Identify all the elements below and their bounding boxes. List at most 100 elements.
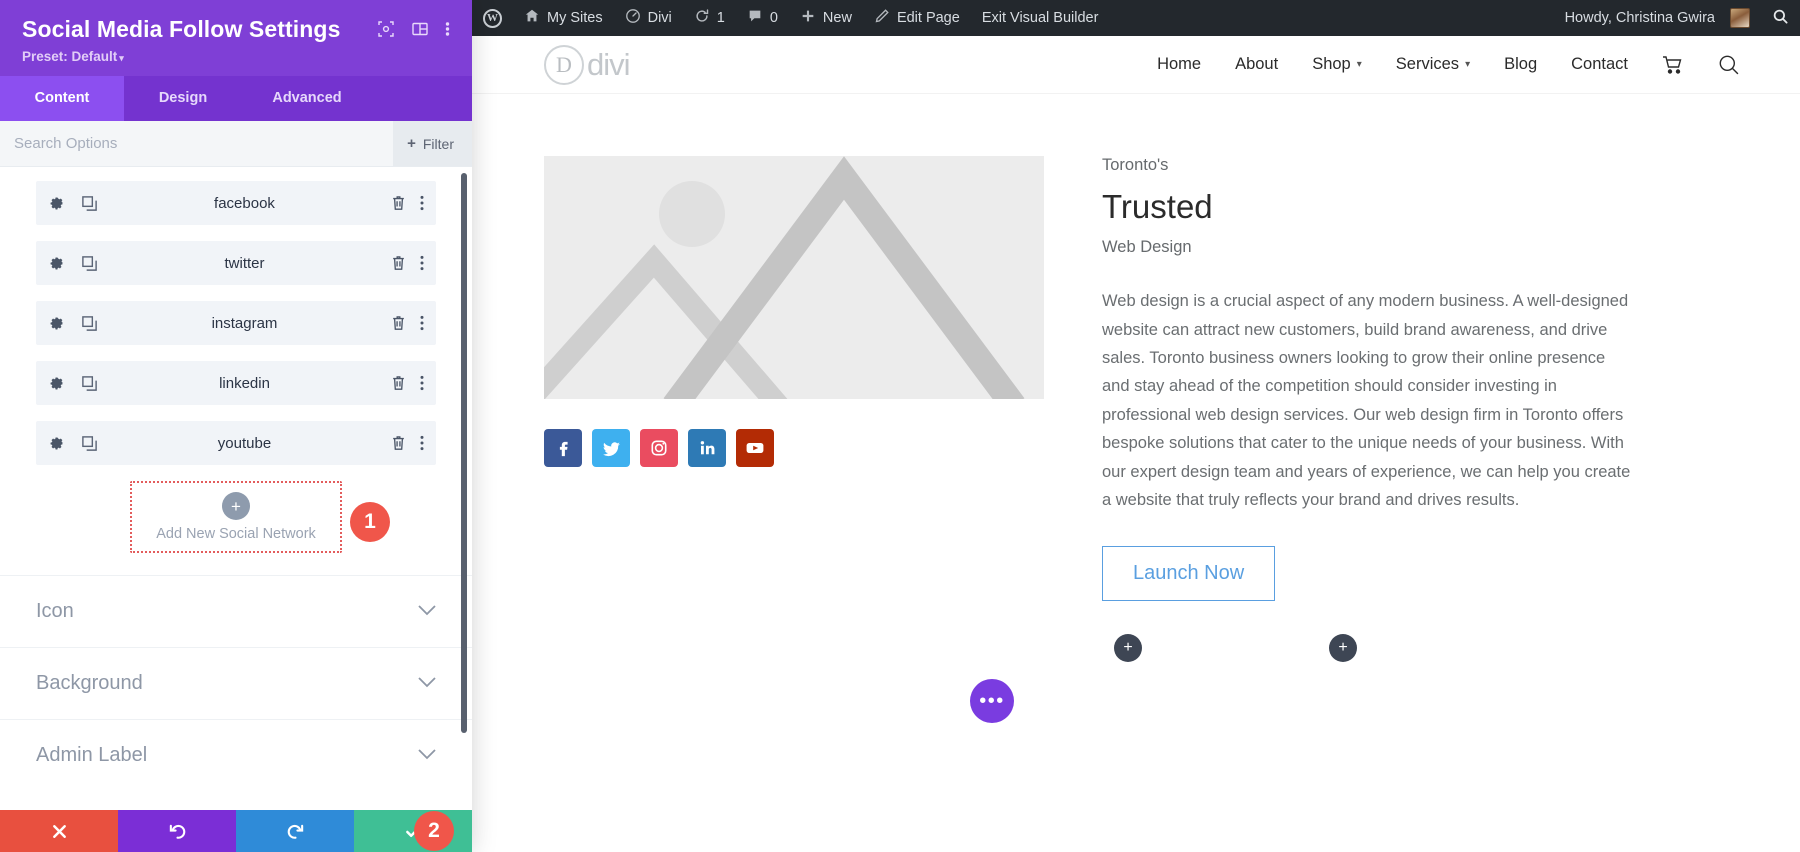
- instagram-icon[interactable]: [640, 429, 678, 467]
- hero-subheading: Web Design: [1102, 238, 1192, 257]
- undo-button[interactable]: [118, 810, 236, 852]
- facebook-icon[interactable]: [544, 429, 582, 467]
- panel-footer: 2: [0, 810, 472, 852]
- list-item[interactable]: twitter: [36, 241, 436, 286]
- admin-bar-exit-visual-builder[interactable]: Exit Visual Builder: [971, 0, 1110, 36]
- redo-button[interactable]: [236, 810, 354, 852]
- admin-bar-my-sites[interactable]: My Sites: [513, 0, 614, 36]
- cart-icon[interactable]: [1662, 55, 1684, 75]
- search-input[interactable]: [0, 121, 394, 167]
- nav-label: Home: [1157, 55, 1202, 73]
- nav-item-home[interactable]: Home: [1157, 55, 1201, 74]
- admin-bar-label: Exit Visual Builder: [981, 10, 1099, 26]
- search-icon: [1772, 8, 1789, 29]
- cancel-button[interactable]: [0, 810, 118, 852]
- gear-icon[interactable]: [48, 435, 65, 452]
- gear-icon[interactable]: [48, 195, 65, 212]
- panel-scrollbar[interactable]: [461, 173, 467, 734]
- chevron-down-icon: [418, 603, 436, 621]
- list-item[interactable]: youtube: [36, 421, 436, 466]
- save-button[interactable]: 2: [354, 810, 472, 852]
- nav-item-blog[interactable]: Blog: [1504, 55, 1537, 74]
- duplicate-icon[interactable]: [81, 255, 98, 272]
- trash-icon[interactable]: [391, 315, 406, 331]
- nav-item-shop[interactable]: Shop ▾: [1312, 55, 1362, 74]
- admin-bar-updates[interactable]: 1: [683, 0, 736, 36]
- gear-icon[interactable]: [48, 375, 65, 392]
- hero-paragraph: Web design is a crucial aspect of any mo…: [1102, 292, 1631, 509]
- trash-icon[interactable]: [391, 375, 406, 391]
- tab-content[interactable]: Content: [0, 76, 124, 122]
- site-preview: D divi Home About Shop ▾ Services ▾ Blog…: [472, 36, 1800, 852]
- step-badge-2: 2: [414, 811, 454, 851]
- site-nav: Home About Shop ▾ Services ▾ Blog Contac: [1157, 54, 1740, 76]
- admin-bar-comments[interactable]: 0: [736, 0, 789, 36]
- add-network-wrap: + Add New Social Network 1: [0, 481, 472, 554]
- gear-icon[interactable]: [48, 255, 65, 272]
- search-row: + Filter: [0, 121, 472, 168]
- nav-item-about[interactable]: About: [1235, 55, 1278, 74]
- admin-bar-search[interactable]: [1761, 0, 1800, 36]
- divi-dashboard-icon: [625, 8, 641, 28]
- list-item[interactable]: linkedin: [36, 361, 436, 406]
- admin-bar-howdy[interactable]: Howdy, Christina Gwira: [1554, 0, 1761, 36]
- youtube-icon[interactable]: [736, 429, 774, 467]
- chevron-down-icon: [418, 747, 436, 765]
- add-module-right-button[interactable]: +: [1329, 634, 1357, 662]
- plus-icon: [800, 8, 816, 28]
- kebab-menu-icon[interactable]: [445, 20, 450, 38]
- trash-icon[interactable]: [391, 435, 406, 451]
- trash-icon[interactable]: [391, 195, 406, 211]
- screen-root: Social Media Follow Settings Preset: Def…: [0, 0, 1800, 852]
- admin-bar-divi[interactable]: Divi: [614, 0, 683, 36]
- admin-bar-new[interactable]: New: [789, 0, 863, 36]
- linkedin-icon[interactable]: [688, 429, 726, 467]
- filter-button-label: Filter: [422, 135, 454, 152]
- nav-item-contact[interactable]: Contact: [1571, 55, 1628, 74]
- add-new-social-network-button[interactable]: + Add New Social Network: [130, 481, 342, 554]
- nav-label: Services: [1395, 55, 1460, 73]
- accordion-background[interactable]: Background: [0, 647, 472, 719]
- hero-eyebrow: Toronto's: [1102, 156, 1169, 174]
- kebab-menu-icon[interactable]: [420, 435, 424, 451]
- list-item-label: twitter: [224, 254, 265, 272]
- gear-icon[interactable]: [48, 315, 65, 332]
- search-icon[interactable]: [1718, 54, 1740, 76]
- twitter-icon[interactable]: [592, 429, 630, 467]
- nav-label: Shop: [1312, 55, 1351, 73]
- preset-selector[interactable]: Preset: Default ▾: [22, 49, 124, 64]
- admin-bar-edit-page[interactable]: Edit Page: [863, 0, 971, 36]
- admin-bar-label: New: [822, 10, 852, 26]
- duplicate-icon[interactable]: [81, 195, 98, 212]
- filter-button[interactable]: + Filter: [393, 121, 472, 167]
- layout-columns-icon[interactable]: [411, 20, 429, 38]
- builder-toggle-button[interactable]: •••: [970, 679, 1014, 723]
- updates-count: 1: [716, 10, 725, 26]
- list-item[interactable]: facebook: [36, 181, 436, 226]
- tab-design[interactable]: Design: [124, 76, 242, 121]
- preset-label: Preset: Default: [22, 49, 118, 65]
- kebab-menu-icon[interactable]: [420, 375, 424, 391]
- list-item[interactable]: instagram: [36, 301, 436, 346]
- duplicate-icon[interactable]: [81, 375, 98, 392]
- nav-item-services[interactable]: Services ▾: [1396, 55, 1470, 74]
- panel-header: Social Media Follow Settings Preset: Def…: [0, 0, 472, 77]
- accordion-admin-label[interactable]: Admin Label: [0, 719, 472, 791]
- tab-advanced[interactable]: Advanced: [242, 76, 372, 121]
- duplicate-icon[interactable]: [81, 315, 98, 332]
- add-module-left-button[interactable]: +: [1114, 634, 1142, 662]
- social-network-list: facebook twitter instagram linkedin yout…: [0, 181, 472, 466]
- kebab-menu-icon[interactable]: [420, 255, 424, 271]
- plus-icon: +: [407, 135, 416, 153]
- kebab-menu-icon[interactable]: [420, 195, 424, 211]
- kebab-menu-icon[interactable]: [420, 315, 424, 331]
- focus-target-icon[interactable]: [377, 20, 395, 38]
- duplicate-icon[interactable]: [81, 435, 98, 452]
- launch-now-button[interactable]: Launch Now: [1102, 546, 1276, 602]
- divi-logo-icon: D: [544, 44, 584, 85]
- nav-label: Contact: [1571, 55, 1628, 73]
- trash-icon[interactable]: [391, 255, 406, 271]
- accordion-icon[interactable]: Icon: [0, 575, 472, 647]
- wordpress-logo-icon[interactable]: W: [472, 0, 513, 36]
- site-logo[interactable]: D divi: [544, 44, 631, 85]
